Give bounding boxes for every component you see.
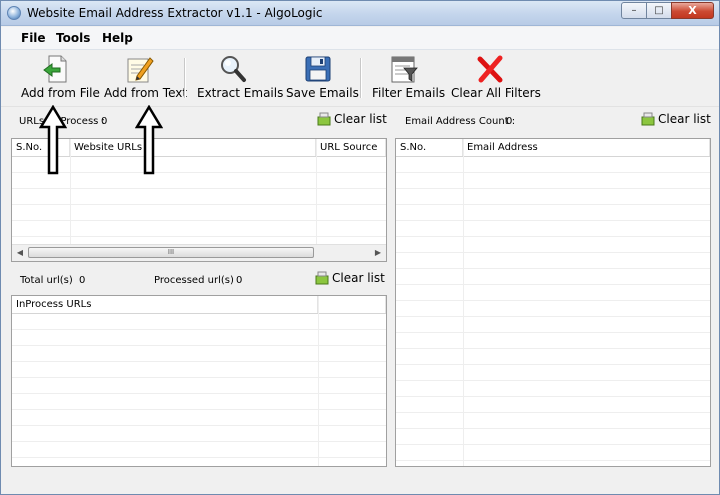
- save-emails-label: Save Emails: [286, 86, 359, 100]
- menu-bar: File Tools Help: [1, 27, 719, 50]
- menu-file[interactable]: File: [21, 31, 46, 45]
- pencil-note-icon: [125, 54, 155, 84]
- clear-urls-button[interactable]: Clear list: [317, 112, 387, 126]
- menu-tools[interactable]: Tools: [56, 31, 90, 45]
- menu-help[interactable]: Help: [102, 31, 133, 45]
- email-count-value: 0: [506, 116, 513, 127]
- add-from-text-button[interactable]: Add from Text: [104, 54, 188, 100]
- eraser-icon: [315, 271, 329, 285]
- clear-inprocess-button[interactable]: Clear list: [315, 271, 385, 285]
- save-emails-button[interactable]: Save Emails: [286, 54, 359, 100]
- urls-to-process-count: 0: [101, 116, 108, 127]
- title-bar[interactable]: Website Email Address Extractor v1.1 - A…: [1, 1, 719, 26]
- inprocess-table-rows: [12, 314, 386, 458]
- clear-emails-label: Clear list: [658, 112, 711, 126]
- clear-urls-label: Clear list: [334, 112, 387, 126]
- filter-list-icon: [389, 54, 419, 84]
- clear-all-filters-label: Clear All Filters: [451, 86, 541, 100]
- close-button[interactable]: X: [671, 2, 714, 19]
- extract-emails-button[interactable]: Extract Emails: [197, 54, 284, 100]
- add-from-file-button[interactable]: Add from File: [21, 54, 100, 100]
- urls-table[interactable]: S.No. Website URLs URL Source ◀ III ▶: [11, 138, 387, 262]
- email-count-label: Email Address Count :: [405, 116, 516, 127]
- window-controls: – □ X: [621, 2, 714, 20]
- emails-table-header: S.No. Email Address: [396, 139, 710, 157]
- annotation-arrow-up: [135, 105, 163, 175]
- eraser-icon: [641, 112, 655, 126]
- add-from-file-label: Add from File: [21, 86, 100, 100]
- clear-inprocess-label: Clear list: [332, 271, 385, 285]
- window-title: Website Email Address Extractor v1.1 - A…: [27, 6, 323, 20]
- column-email-address[interactable]: Email Address: [463, 139, 710, 156]
- emails-table[interactable]: S.No. Email Address: [395, 138, 711, 467]
- processed-urls-count: 0: [236, 275, 243, 286]
- add-from-text-label: Add from Text: [104, 86, 188, 100]
- urls-table-rows: [12, 157, 386, 237]
- toolbar: Add from File Add from Text Extract Emai…: [1, 50, 719, 107]
- column-url-source[interactable]: URL Source: [316, 139, 386, 156]
- column-blank[interactable]: [318, 296, 386, 313]
- inprocess-table[interactable]: InProcess URLs: [11, 295, 387, 467]
- extract-emails-label: Extract Emails: [197, 86, 284, 100]
- filter-emails-label: Filter Emails: [372, 86, 446, 100]
- column-sno[interactable]: S.No.: [396, 139, 463, 156]
- urls-table-header: S.No. Website URLs URL Source: [12, 139, 386, 157]
- clear-all-filters-button[interactable]: Clear All Filters: [451, 54, 541, 100]
- total-urls-label: Total url(s): [20, 275, 73, 286]
- magnifier-icon: [218, 54, 248, 84]
- red-x-icon: [475, 54, 505, 84]
- globe-icon: [7, 6, 21, 20]
- file-arrow-icon: [41, 54, 71, 84]
- toolbar-separator: [360, 58, 362, 98]
- urls-horizontal-scrollbar[interactable]: ◀ III ▶: [12, 244, 386, 261]
- scroll-right-arrow[interactable]: ▶: [370, 245, 386, 261]
- eraser-icon: [317, 112, 331, 126]
- inprocess-table-header: InProcess URLs: [12, 296, 386, 314]
- column-inprocess-urls[interactable]: InProcess URLs: [12, 296, 318, 313]
- app-window: Website Email Address Extractor v1.1 - A…: [0, 0, 720, 495]
- floppy-disk-icon: [303, 54, 333, 84]
- total-urls-count: 0: [79, 275, 86, 286]
- filter-emails-button[interactable]: Filter Emails: [372, 54, 446, 100]
- minimize-button[interactable]: –: [621, 2, 647, 19]
- column-website-urls[interactable]: Website URLs: [70, 139, 316, 156]
- emails-table-rows: [396, 157, 710, 461]
- toolbar-separator: [184, 58, 186, 98]
- clear-emails-button[interactable]: Clear list: [641, 112, 711, 126]
- scroll-left-arrow[interactable]: ◀: [12, 245, 28, 261]
- processed-urls-label: Processed url(s): [154, 275, 234, 286]
- scroll-thumb[interactable]: III: [28, 247, 314, 258]
- maximize-button[interactable]: □: [646, 2, 672, 19]
- annotation-arrow-up: [39, 105, 67, 175]
